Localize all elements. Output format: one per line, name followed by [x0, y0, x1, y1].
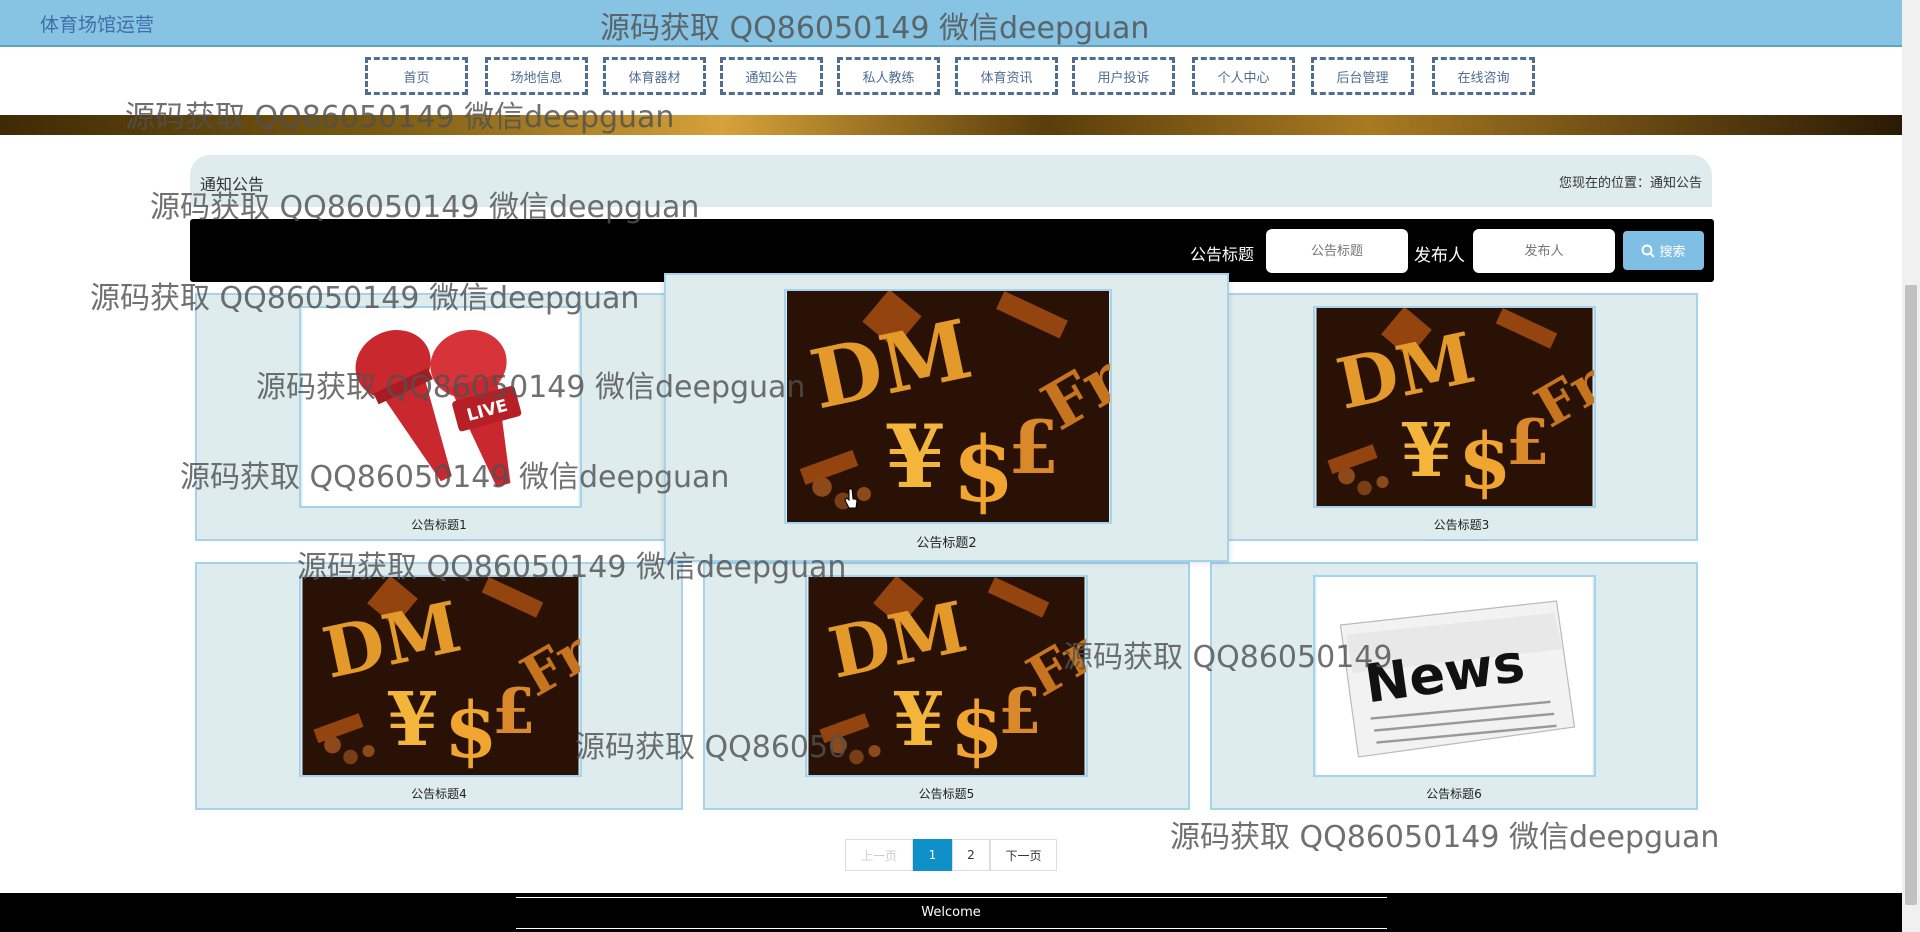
publisher-search-input[interactable] — [1473, 229, 1615, 273]
notice-title[interactable]: 公告标题2 — [666, 532, 1227, 551]
search-button[interactable]: 搜索 — [1623, 231, 1704, 270]
notice-title[interactable]: 公告标题5 — [705, 785, 1188, 802]
site-title[interactable]: 体育场馆运营 — [40, 10, 154, 37]
notice-image[interactable] — [1313, 575, 1596, 777]
search-icon — [1641, 244, 1656, 258]
notice-card-hovered[interactable]: 公告标题2 — [664, 273, 1229, 562]
currency-symbols-image — [1316, 308, 1594, 506]
nav-item-complaints[interactable]: 用户投诉 — [1072, 57, 1175, 95]
notice-card[interactable]: 公告标题1 — [195, 293, 683, 541]
notice-image[interactable] — [805, 575, 1088, 777]
nav-item-online-consult[interactable]: 在线咨询 — [1432, 57, 1535, 95]
scrollbar-thumb[interactable] — [1905, 285, 1917, 905]
live-microphones-image — [302, 308, 579, 506]
nav-item-user-center[interactable]: 个人中心 — [1192, 57, 1295, 95]
page-title: 通知公告 — [200, 175, 265, 194]
footer-divider — [516, 928, 1387, 929]
notice-card[interactable]: 公告标题3 — [1225, 293, 1698, 541]
notice-card[interactable]: 公告标题4 — [195, 562, 683, 810]
title-search-input[interactable] — [1266, 229, 1408, 273]
notice-title[interactable]: 公告标题1 — [197, 516, 681, 533]
news-paper-image — [1315, 577, 1594, 775]
nav-item-home[interactable]: 首页 — [365, 57, 468, 95]
nav-item-notices[interactable]: 通知公告 — [720, 57, 823, 95]
main-nav: 首页 场地信息 体育器材 通知公告 私人教练 体育资讯 用户投诉 个人中心 后台… — [0, 47, 1902, 115]
publisher-search-label: 发布人 — [1414, 246, 1465, 266]
notice-image[interactable] — [784, 289, 1112, 524]
mouse-pointer-icon — [844, 488, 858, 509]
nav-item-personal-trainer[interactable]: 私人教练 — [837, 57, 940, 95]
notice-image[interactable] — [299, 306, 582, 508]
notice-title[interactable]: 公告标题3 — [1227, 516, 1696, 533]
currency-symbols-image — [302, 577, 580, 775]
currency-symbols-image — [808, 577, 1086, 775]
nav-item-equipment[interactable]: 体育器材 — [603, 57, 706, 95]
top-bar: 体育场馆运营 — [0, 0, 1902, 47]
banner-strip — [0, 115, 1902, 135]
nav-item-venue-info[interactable]: 场地信息 — [485, 57, 588, 95]
page-button-2[interactable]: 2 — [952, 839, 990, 871]
footer-text: Welcome — [921, 905, 981, 920]
next-page-button[interactable]: 下一页 — [990, 839, 1057, 871]
scrollbar[interactable] — [1902, 0, 1920, 932]
nav-item-admin[interactable]: 后台管理 — [1311, 57, 1414, 95]
watermark: 源码获取 QQ86050149 微信deepguan — [1170, 820, 1720, 855]
breadcrumb-location: 您现在的位置：通知公告 — [1558, 176, 1702, 191]
page-button-1[interactable]: 1 — [913, 839, 952, 871]
prev-page-button[interactable]: 上一页 — [845, 839, 913, 871]
notice-card[interactable]: 公告标题5 — [703, 562, 1190, 810]
notice-image[interactable] — [299, 575, 582, 777]
notice-title[interactable]: 公告标题4 — [197, 785, 681, 802]
notice-image[interactable] — [1313, 306, 1596, 508]
search-button-label: 搜索 — [1659, 245, 1686, 260]
currency-symbols-image — [787, 291, 1110, 522]
footer-divider — [516, 897, 1387, 898]
notice-card[interactable]: 公告标题6 — [1210, 562, 1698, 810]
notice-title[interactable]: 公告标题6 — [1212, 785, 1696, 802]
breadcrumb: 通知公告 您现在的位置：通知公告 — [190, 155, 1712, 207]
title-search-label: 公告标题 — [1190, 245, 1255, 264]
nav-item-sports-news[interactable]: 体育资讯 — [955, 57, 1058, 95]
footer: Welcome — [0, 893, 1902, 932]
